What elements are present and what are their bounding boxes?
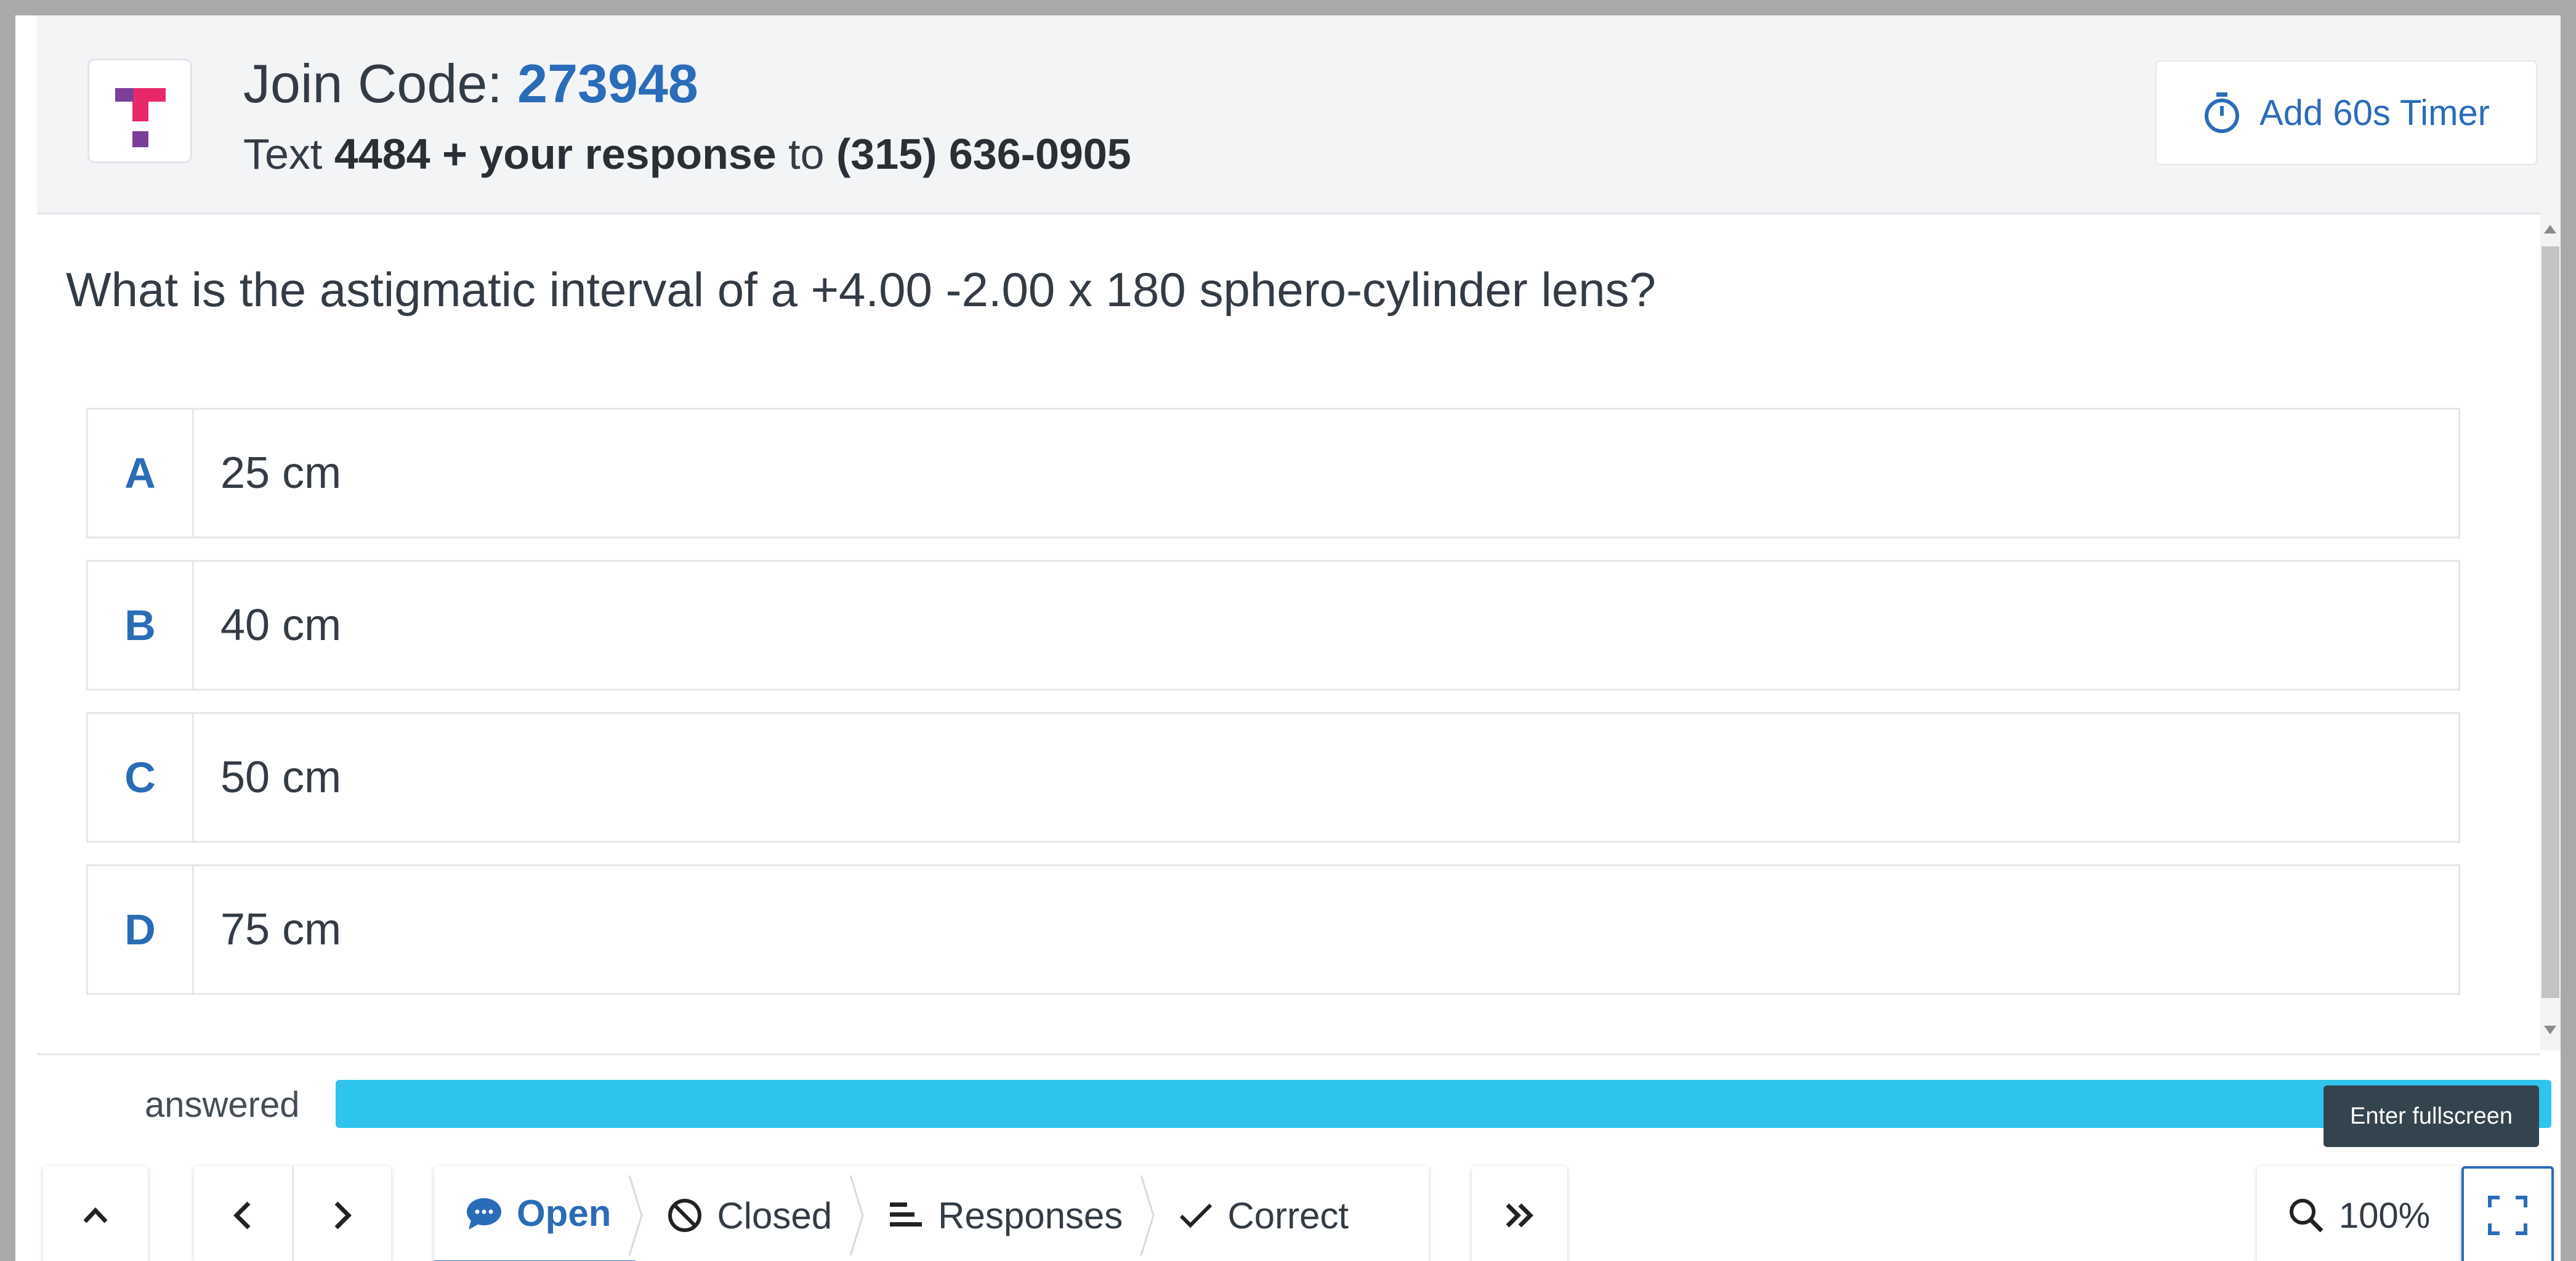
status-responses-label: Responses bbox=[938, 1194, 1123, 1236]
status-open-label: Open bbox=[517, 1193, 612, 1234]
next-button[interactable] bbox=[294, 1166, 392, 1261]
option-b[interactable]: B 40 cm bbox=[86, 560, 2460, 691]
scroll-up-arrow[interactable] bbox=[2544, 225, 2556, 233]
no-entry-icon bbox=[668, 1199, 702, 1232]
chat-bubble-icon bbox=[467, 1198, 501, 1230]
question-text: What is the astigmatic interval of a +4.… bbox=[66, 262, 1656, 317]
option-letter: C bbox=[88, 714, 194, 841]
option-text: 75 cm bbox=[220, 905, 342, 954]
status-correct[interactable]: Correct bbox=[1147, 1166, 1373, 1261]
status-correct-label: Correct bbox=[1227, 1194, 1349, 1236]
status-closed-label: Closed bbox=[717, 1194, 833, 1236]
add-timer-label: Add 60s Timer bbox=[2259, 92, 2490, 133]
join-code: 273948 bbox=[517, 53, 698, 114]
status-stepper: Open Closed Responses Correct bbox=[434, 1166, 1429, 1261]
fullscreen-button[interactable] bbox=[2461, 1166, 2554, 1261]
question-nav bbox=[194, 1166, 391, 1261]
option-c[interactable]: C 50 cm bbox=[86, 712, 2460, 843]
search-icon bbox=[2289, 1199, 2324, 1233]
chevron-up-icon bbox=[83, 1207, 108, 1223]
status-open[interactable]: Open bbox=[434, 1166, 643, 1261]
zoom-control[interactable]: 100% bbox=[2257, 1166, 2460, 1261]
phone-number: (315) 636-0905 bbox=[836, 130, 1131, 178]
chevron-left-icon bbox=[233, 1201, 251, 1230]
add-timer-button[interactable]: Add 60s Timer bbox=[2155, 60, 2537, 165]
fullscreen-icon bbox=[2488, 1196, 2527, 1235]
option-letter: A bbox=[88, 410, 194, 537]
previous-button[interactable] bbox=[194, 1166, 294, 1261]
option-text: 25 cm bbox=[220, 448, 342, 498]
more-button[interactable] bbox=[1472, 1166, 1567, 1261]
status-responses[interactable]: Responses bbox=[857, 1166, 1155, 1261]
status-closed[interactable]: Closed bbox=[636, 1166, 864, 1261]
option-letter: D bbox=[88, 866, 194, 993]
option-text: 40 cm bbox=[220, 601, 342, 650]
window-frame: Join Code: 273948 Text 4484 + your respo… bbox=[0, 0, 2576, 1261]
option-a[interactable]: A 25 cm bbox=[86, 408, 2460, 538]
text-instructions: Text 4484 + your response to (315) 636-0… bbox=[243, 129, 1131, 179]
text-prefix: Text bbox=[243, 130, 334, 178]
text-to: to bbox=[776, 130, 836, 178]
header: Join Code: 273948 Text 4484 + your respo… bbox=[37, 15, 2561, 214]
answer-options: A 25 cm B 40 cm C 50 cm D 75 cm bbox=[86, 408, 2460, 1016]
presentation-panel: Join Code: 273948 Text 4484 + your respo… bbox=[15, 15, 2561, 1261]
text-keyword: 4484 + your response bbox=[334, 130, 777, 178]
scroll-down-arrow[interactable] bbox=[2544, 1026, 2556, 1034]
join-code-label: Join Code: bbox=[243, 53, 518, 114]
scrollbar-thumb[interactable] bbox=[2542, 246, 2559, 998]
join-code-line: Join Code: 273948 bbox=[243, 52, 698, 115]
collapse-button[interactable] bbox=[43, 1166, 148, 1261]
stopwatch-icon bbox=[2205, 92, 2240, 133]
bars-icon bbox=[890, 1202, 923, 1227]
option-letter: B bbox=[88, 562, 194, 689]
zoom-level: 100% bbox=[2338, 1195, 2431, 1236]
option-text: 50 cm bbox=[220, 753, 342, 802]
app-logo bbox=[87, 59, 192, 163]
progress-fill bbox=[336, 1080, 2551, 1128]
check-icon bbox=[1180, 1203, 1213, 1228]
fullscreen-tooltip: Enter fullscreen bbox=[2324, 1085, 2539, 1147]
chevron-right-icon bbox=[334, 1201, 352, 1230]
answered-label: answered bbox=[145, 1085, 300, 1125]
double-chevron-right-icon bbox=[1506, 1203, 1533, 1228]
divider bbox=[37, 1053, 2540, 1055]
option-d[interactable]: D 75 cm bbox=[86, 864, 2460, 995]
answered-progress-bar bbox=[336, 1080, 2551, 1128]
